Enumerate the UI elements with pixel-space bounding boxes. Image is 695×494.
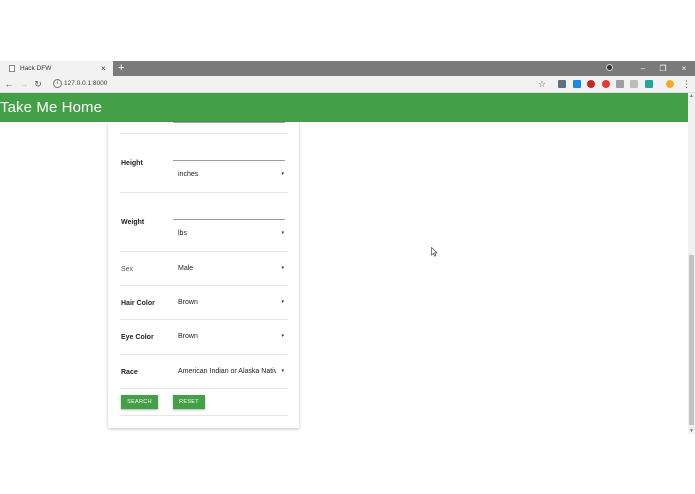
sex-select[interactable]: Male ▾: [173, 259, 287, 279]
eye-color-value: Brown: [178, 333, 198, 340]
tab-title: Hack DFW: [20, 65, 52, 72]
bookmark-star-icon[interactable]: ☆: [538, 77, 546, 91]
forward-arrow-icon[interactable]: →: [18, 77, 30, 91]
image-extension-icon[interactable]: [645, 80, 653, 88]
browser-toolbar: ← → ↻ i 127.0.0.1:8000 ☆ ⋮: [0, 76, 695, 93]
chat-extension-icon[interactable]: [630, 80, 638, 88]
height-label: Height: [121, 160, 143, 167]
chevron-down-icon: ▾: [281, 230, 284, 236]
actions-row: SEARCH RESET: [120, 389, 288, 416]
shield-extension-icon[interactable]: [558, 80, 566, 88]
reload-icon[interactable]: ↻: [32, 77, 44, 91]
race-label: Race: [121, 369, 138, 376]
browser-tab[interactable]: Hack DFW ×: [0, 61, 113, 76]
chevron-down-icon: ▾: [281, 171, 284, 177]
weight-unit-value: lbs: [178, 230, 187, 237]
weight-label: Weight: [121, 219, 145, 226]
close-tab-icon[interactable]: ×: [101, 62, 106, 75]
app-title[interactable]: Take Me Home: [0, 99, 102, 116]
hair-color-value: Brown: [178, 299, 198, 306]
race-value: American Indian or Alaska Native: [178, 368, 276, 375]
chevron-down-icon: ▾: [281, 368, 284, 374]
hair-color-row: Hair Color Brown ▾: [120, 286, 288, 320]
hair-color-label: Hair Color: [121, 300, 155, 307]
chevron-down-icon: ▾: [281, 265, 284, 271]
scroll-up-icon[interactable]: ▲: [689, 93, 694, 99]
address-bar[interactable]: 127.0.0.1:8000: [64, 78, 107, 90]
previous-field-row: [120, 122, 288, 134]
hair-color-select[interactable]: Brown ▾: [173, 293, 287, 313]
height-unit-select[interactable]: inches ▾: [173, 165, 287, 185]
window-extension-icon[interactable]: [573, 80, 581, 88]
record-extension-icon[interactable]: [602, 80, 610, 88]
grid-extension-icon[interactable]: [616, 80, 624, 88]
chevron-down-icon: ▾: [281, 299, 284, 305]
race-select[interactable]: American Indian or Alaska Native ▾: [173, 362, 287, 382]
eye-color-label: Eye Color: [121, 334, 154, 341]
eye-color-row: Eye Color Brown ▾: [120, 320, 288, 355]
minimize-button[interactable]: –: [633, 61, 653, 76]
page-icon: [9, 65, 15, 72]
back-arrow-icon[interactable]: ←: [3, 77, 15, 91]
race-row: Race American Indian or Alaska Native ▾: [120, 355, 288, 389]
height-unit-value: inches: [178, 171, 199, 178]
reset-button[interactable]: RESET: [173, 395, 205, 409]
new-tab-button[interactable]: +: [118, 61, 124, 76]
height-input[interactable]: [173, 160, 285, 161]
weight-row: Weight lbs ▾: [120, 193, 288, 252]
sex-value: Male: [178, 265, 194, 272]
close-window-button[interactable]: ×: [674, 61, 694, 76]
app-header: Take Me Home: [0, 93, 688, 122]
previous-field-input[interactable]: [173, 122, 285, 123]
browser-tabstrip: Hack DFW × + – ❐ ×: [0, 61, 695, 76]
restore-button[interactable]: ❐: [653, 61, 673, 76]
height-row: Height inches ▾: [120, 134, 288, 193]
browser-menu-icon[interactable]: ⋮: [682, 77, 691, 91]
chevron-down-icon: ▾: [281, 333, 284, 339]
mouse-cursor-icon: [431, 247, 438, 257]
search-form-card: Height inches ▾ Weight lbs ▾ Sex Male ▾: [108, 122, 299, 428]
eye-color-select[interactable]: Brown ▾: [173, 327, 287, 347]
weight-unit-select[interactable]: lbs ▾: [173, 224, 287, 244]
info-icon[interactable]: i: [53, 79, 62, 88]
scrollbar-thumb[interactable]: [689, 255, 694, 425]
sex-label: Sex: [121, 266, 134, 273]
shield-red-extension-icon[interactable]: [587, 80, 595, 88]
sex-row: Sex Male ▾: [120, 252, 288, 286]
weight-input[interactable]: [173, 219, 285, 220]
avatar[interactable]: [666, 80, 674, 88]
incognito-icon: [606, 64, 613, 71]
page-scrollbar[interactable]: ▲ ▼: [688, 93, 695, 434]
scroll-down-icon[interactable]: ▼: [689, 428, 694, 434]
search-button[interactable]: SEARCH: [121, 395, 158, 409]
page: Hack DFW × + – ❐ × ← → ↻ i 127.0.0.1:800…: [0, 0, 695, 494]
